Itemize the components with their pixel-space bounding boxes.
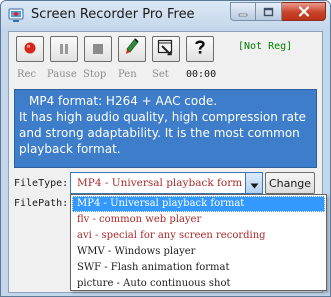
close-icon — [298, 2, 310, 21]
settings-icon — [157, 38, 175, 60]
app-icon — [8, 7, 24, 23]
pause-icon — [58, 40, 70, 59]
app-window: Screen Recorder Pro Free [Not Reg] Rec P… — [0, 0, 331, 297]
filepath-label: FilePath: — [14, 198, 69, 209]
record-label: Rec — [17, 69, 37, 80]
question-mark-icon — [194, 39, 206, 59]
dropdown-option-flv[interactable]: flv - common web player — [72, 212, 325, 228]
format-info-description: It has high audio quality, high compress… — [19, 110, 307, 156]
settings-button[interactable] — [152, 36, 180, 62]
pen-label: Pen — [118, 69, 137, 80]
record-button[interactable] — [16, 36, 44, 62]
registration-status: [Not Reg] — [238, 41, 293, 52]
maximize-icon — [263, 2, 274, 21]
settings-label: Set — [152, 69, 169, 80]
pause-label: Pause — [47, 69, 77, 80]
pen-button[interactable] — [118, 36, 146, 62]
dropdown-option-mp4[interactable]: MP4 - Universal playback format — [72, 196, 325, 212]
filetype-selected-value: MP4 - Universal playback format — [77, 177, 242, 189]
title-bar[interactable]: Screen Recorder Pro Free — [1, 1, 330, 31]
filetype-label: FileType: — [14, 178, 69, 189]
format-info-panel: MP4 format: H264 + AAC code. It has high… — [14, 89, 317, 168]
minimize-button[interactable] — [230, 2, 256, 21]
stop-button[interactable] — [84, 36, 112, 62]
dropdown-option-swf[interactable]: SWF - Flash animation format — [72, 260, 325, 276]
stop-label: Stop — [83, 69, 107, 80]
recording-timer: 00:00 — [186, 69, 217, 80]
change-button[interactable]: Change — [265, 172, 315, 194]
minimize-icon — [238, 2, 248, 21]
maximize-button[interactable] — [256, 2, 282, 21]
help-button[interactable] — [186, 36, 214, 62]
pen-icon — [124, 38, 140, 60]
chevron-down-icon — [250, 174, 259, 193]
dropdown-option-wmv[interactable]: WMV - Windows player — [72, 244, 325, 260]
stop-square-icon — [92, 40, 104, 59]
format-info-title: MP4 format: H264 + AAC code. — [29, 94, 218, 108]
filetype-dropdown-list: MP4 - Universal playback format flv - co… — [70, 194, 327, 291]
dropdown-arrow-button[interactable] — [245, 173, 262, 193]
close-button[interactable] — [282, 2, 326, 21]
record-dot-icon — [23, 40, 37, 59]
dropdown-option-avi[interactable]: avi - special for any screen recording — [72, 228, 325, 244]
window-title: Screen Recorder Pro Free — [31, 7, 195, 22]
pause-button[interactable] — [50, 36, 78, 62]
filetype-select[interactable]: MP4 - Universal playback format — [70, 172, 263, 194]
dropdown-option-picture[interactable]: picture - Auto continuous shot — [72, 276, 325, 292]
